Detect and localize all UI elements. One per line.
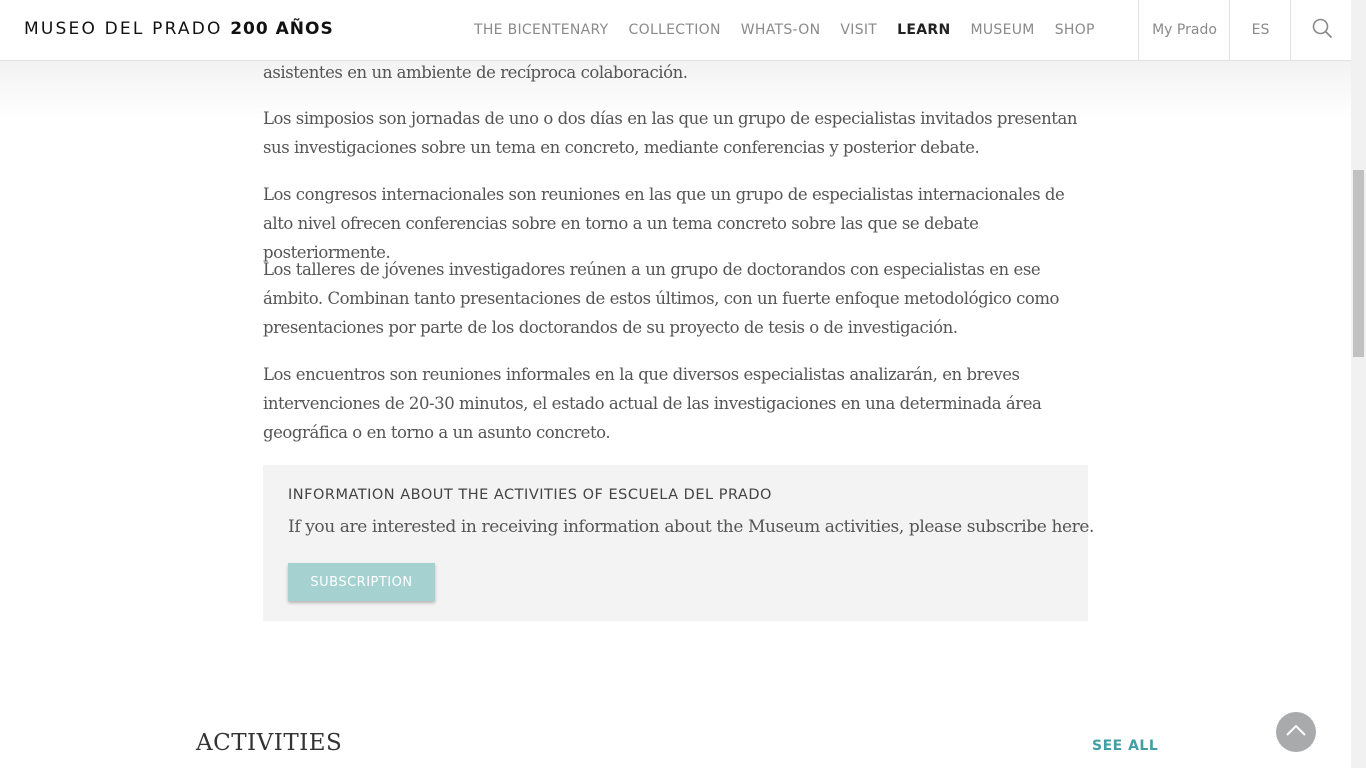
main-nav: THE BICENTENARY COLLECTION WHATS-ON VISI…: [464, 0, 1105, 60]
paragraph: Los encuentros son reuniones informales …: [263, 365, 1042, 442]
paragraph: Los talleres de jóvenes investigadores r…: [263, 260, 1060, 337]
info-box-title: INFORMATION ABOUT THE ACTIVITIES OF ESCU…: [288, 487, 772, 503]
site-logo[interactable]: MUSEO DEL PRADO 200 AÑOS: [24, 19, 334, 39]
site-header: MUSEO DEL PRADO 200 AÑOS THE BICENTENARY…: [0, 0, 1351, 61]
chevron-up-icon: [1285, 723, 1307, 742]
info-box-text: If you are interested in receiving infor…: [288, 517, 1095, 537]
paragraph: Los congresos internacionales son reunio…: [263, 185, 1065, 262]
language-selector[interactable]: ES: [1229, 0, 1291, 60]
nav-item-collection[interactable]: COLLECTION: [629, 22, 721, 38]
see-all-link[interactable]: SEE ALL: [1092, 738, 1158, 754]
my-prado-link[interactable]: My Prado: [1138, 0, 1230, 60]
activities-heading: ACTIVITIES: [196, 730, 343, 756]
nav-item-visit[interactable]: VISIT: [840, 22, 877, 38]
subscription-info-box: INFORMATION ABOUT THE ACTIVITIES OF ESCU…: [263, 465, 1094, 621]
nav-item-learn[interactable]: LEARN: [897, 22, 950, 38]
nav-item-museum[interactable]: MUSEUM: [971, 22, 1035, 38]
subscription-button[interactable]: SUBSCRIPTION: [288, 563, 435, 601]
nav-item-whats-on[interactable]: WHATS-ON: [741, 22, 821, 38]
back-to-top-button[interactable]: [1276, 712, 1316, 752]
search-icon: [1312, 18, 1332, 42]
nav-item-bicentenary[interactable]: THE BICENTENARY: [474, 22, 609, 38]
logo-bold-text: 200 AÑOS: [230, 19, 334, 39]
nav-item-shop[interactable]: SHOP: [1055, 22, 1095, 38]
logo-text: MUSEO DEL PRADO: [24, 19, 223, 39]
scrollbar-thumb[interactable]: [1353, 170, 1364, 357]
paragraph: Los simposios son jornadas de uno o dos …: [263, 109, 1078, 157]
page-scrollbar[interactable]: [1351, 0, 1366, 768]
paragraph: asistentes en un ambiente de recíproca c…: [263, 63, 688, 82]
search-button[interactable]: [1290, 0, 1352, 60]
